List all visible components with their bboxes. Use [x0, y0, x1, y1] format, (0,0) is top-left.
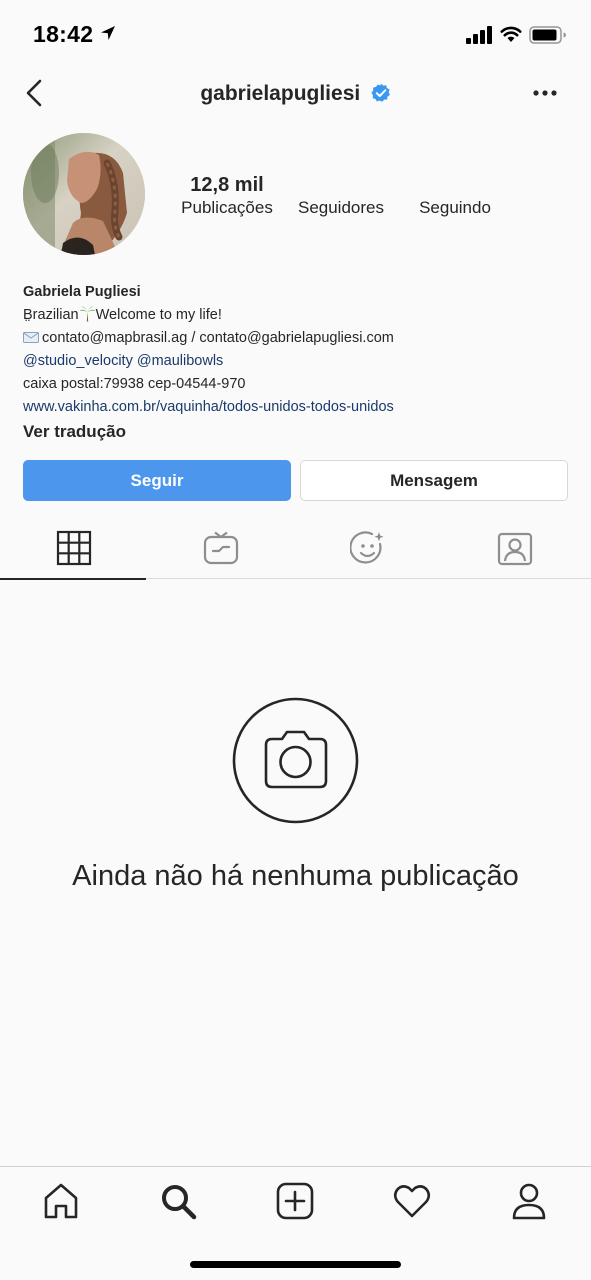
nav-new-post[interactable] — [275, 1181, 315, 1221]
tab-tagged[interactable] — [441, 517, 588, 579]
status-time: 18:42 — [33, 21, 94, 47]
wifi-icon — [500, 26, 522, 42]
posts-count: 12,8 mil — [190, 174, 264, 196]
tab-effects[interactable] — [294, 517, 441, 579]
bio-line-welcome-b: Welcome to my life! — [95, 307, 222, 323]
message-button[interactable]: Mensagem — [300, 460, 568, 501]
bio-contact-text: contato@mapbrasil.ag / contato@gabrielap… — [42, 330, 394, 346]
bio-line-welcome-a: B̤razilian — [23, 307, 79, 323]
tagged-icon — [497, 532, 533, 566]
nav-home[interactable] — [41, 1181, 81, 1221]
grid-icon — [56, 530, 92, 566]
envelope-icon — [23, 332, 39, 343]
status-bar: 18:42 — [0, 0, 591, 70]
followers-label: Seguidores — [297, 198, 384, 217]
igtv-icon — [203, 531, 239, 565]
bio-address: caixa postal:79938 cep-04544-970 — [23, 376, 246, 392]
empty-state-text: Ainda não há nenhuma publicação — [72, 860, 519, 892]
activity-heart-icon — [393, 1185, 431, 1218]
avatar[interactable] — [23, 133, 145, 255]
bio-website-link[interactable]: www.vakinha.com.br/vaquinha/todos-unidos… — [23, 396, 573, 419]
profile-name: Gabriela Pugliesi — [23, 284, 141, 300]
username-title-wrap: gabrielapugliesi — [0, 82, 591, 106]
profile-tabs — [0, 517, 591, 580]
more-horizontal-icon[interactable] — [528, 80, 562, 106]
search-icon — [162, 1185, 197, 1220]
stat-followers[interactable]: Seguidores — [281, 172, 401, 220]
profile-photo — [23, 133, 145, 255]
username-title: gabrielapugliesi — [200, 82, 361, 105]
profile-header: gabrielapugliesi — [0, 70, 591, 122]
following-label: Seguindo — [419, 198, 491, 217]
followers-count — [281, 172, 401, 198]
verified-badge-icon — [371, 83, 390, 102]
battery-icon — [529, 26, 566, 44]
effects-icon — [350, 531, 384, 564]
nav-profile[interactable] — [509, 1181, 549, 1221]
follow-button[interactable]: Seguir — [23, 460, 291, 501]
bio-mentions[interactable]: @studio_velocity @maulibowls — [23, 350, 573, 373]
nav-search[interactable] — [158, 1181, 198, 1221]
bio-line-contact: contato@mapbrasil.ag / contato@gabrielap… — [23, 327, 573, 350]
bio-line-welcome: B̤razilian Welcome to my life! — [23, 304, 573, 327]
palm-tree-icon — [79, 306, 96, 322]
nav-activity[interactable] — [392, 1181, 432, 1221]
cellular-signal-icon — [466, 26, 492, 44]
camera-icon — [232, 697, 359, 824]
home-indicator — [190, 1261, 401, 1268]
location-arrow-icon — [101, 26, 115, 40]
profile-bio: Gabriela Pugliesi B̤razilian Welcome to … — [23, 281, 573, 445]
tab-igtv[interactable] — [147, 517, 294, 579]
posts-label: Publicações — [181, 198, 273, 217]
home-icon — [44, 1183, 78, 1219]
tab-grid[interactable] — [0, 517, 147, 580]
stat-posts[interactable]: 12,8 mil Publicações — [167, 172, 287, 220]
new-post-icon — [276, 1182, 314, 1220]
stat-following[interactable]: Seguindo — [395, 172, 515, 220]
profile-icon — [512, 1183, 546, 1220]
see-translation-link[interactable]: Ver tradução — [23, 419, 126, 445]
following-count — [395, 172, 515, 198]
